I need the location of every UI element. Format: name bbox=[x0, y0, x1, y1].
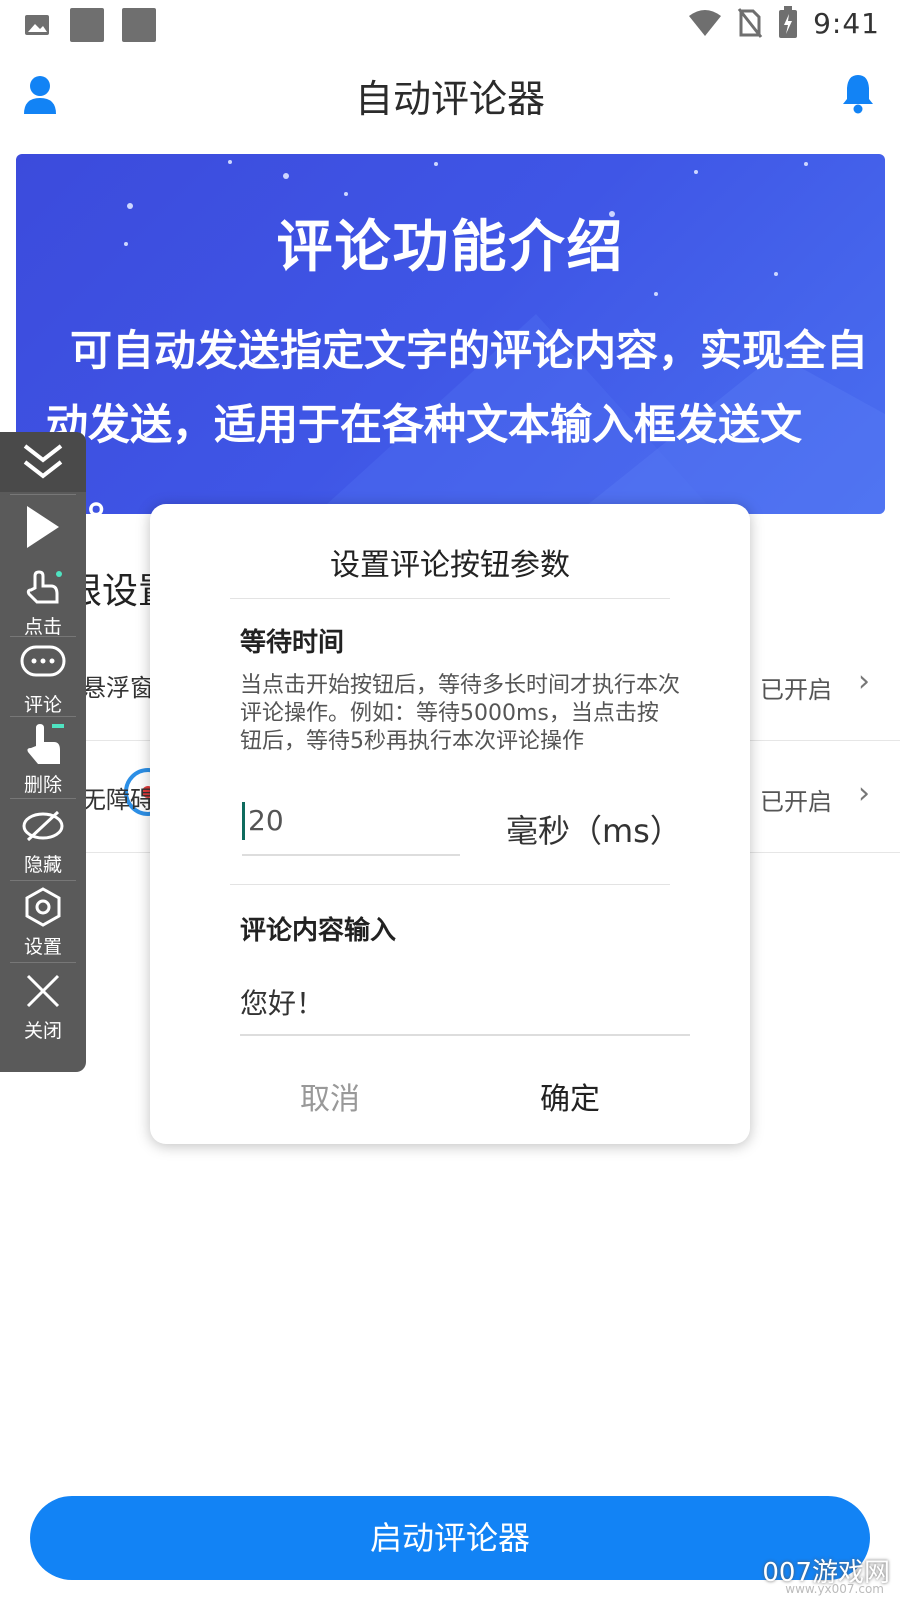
banner-title: 评论功能介绍 bbox=[276, 215, 625, 280]
settings-icon bbox=[25, 887, 61, 927]
comment-bubble-icon bbox=[20, 645, 66, 677]
wait-time-title: 等待时间 bbox=[240, 628, 345, 658]
chevron-right-icon: › bbox=[858, 664, 870, 699]
toolbar-divider bbox=[10, 880, 76, 881]
play-icon bbox=[27, 506, 59, 548]
dialog-title: 设置评论按钮参数 bbox=[330, 548, 570, 583]
banner-description: 可自动发送指定文字的评论内容，实现全自动发送，适用于在各种文本输入框发送文字。 bbox=[46, 326, 869, 514]
toolbar-label: 设置 bbox=[23, 936, 62, 958]
toolbar-divider bbox=[10, 494, 76, 495]
finger-tap-icon bbox=[26, 570, 62, 604]
toolbar-delete-button[interactable]: 删除 bbox=[0, 720, 86, 796]
toolbar-divider bbox=[10, 798, 76, 799]
image-notification-icon bbox=[25, 15, 49, 35]
chevron-right-icon: › bbox=[858, 776, 870, 811]
battery-charging-icon bbox=[779, 6, 798, 38]
comment-content-title: 评论内容输入 bbox=[240, 916, 397, 946]
toolbar-label: 点击 bbox=[23, 616, 62, 638]
dialog-divider bbox=[230, 598, 670, 599]
toolbar-hide-button[interactable]: 隐藏 bbox=[0, 802, 86, 878]
toolbar-comment-button[interactable]: 评论 bbox=[0, 640, 86, 716]
collapse-toolbar-button[interactable] bbox=[0, 432, 86, 492]
comment-content-input[interactable]: 您好！ bbox=[240, 972, 690, 1036]
app-notification-icon bbox=[70, 8, 104, 42]
app-notification-icon bbox=[122, 8, 156, 42]
text-caret bbox=[242, 802, 245, 840]
permission-status: 已开启 bbox=[760, 788, 832, 816]
close-icon bbox=[26, 974, 60, 1008]
toolbar-settings-button[interactable]: 设置 bbox=[0, 884, 86, 960]
start-commenter-button[interactable]: 启动评论器 bbox=[30, 1496, 870, 1580]
status-notifications bbox=[22, 8, 156, 42]
play-button[interactable] bbox=[0, 496, 86, 560]
toolbar-divider bbox=[10, 962, 76, 963]
wait-time-description: 当点击开始按钮后，等待多长时间才执行本次评论操作。例如：等待5000ms，当点击… bbox=[240, 673, 681, 754]
eye-hidden-icon bbox=[22, 810, 64, 842]
toolbar-label: 评论 bbox=[23, 694, 62, 716]
status-bar: 9:41 bbox=[0, 0, 900, 50]
wait-time-unit: 毫秒（ms） bbox=[506, 812, 682, 850]
toolbar-tap-button[interactable]: 点击 bbox=[0, 564, 86, 638]
toolbar-label: 隐藏 bbox=[23, 854, 62, 876]
permission-label: 无障碍 bbox=[82, 786, 154, 814]
status-indicators: 9:41 bbox=[687, 6, 880, 40]
intro-banner[interactable]: 评论功能介绍 可自动发送指定文字的评论内容，实现全自动发送，适用于在各种文本输入… bbox=[16, 154, 885, 514]
no-sim-icon bbox=[737, 8, 763, 38]
confirm-button[interactable]: 确定 bbox=[490, 1074, 650, 1118]
comment-content-value: 您好！ bbox=[240, 987, 325, 1020]
hand-pointer-icon bbox=[27, 724, 64, 764]
cancel-button[interactable]: 取消 bbox=[250, 1074, 410, 1118]
wait-time-input[interactable]: 20 bbox=[242, 794, 460, 856]
toolbar-divider bbox=[10, 716, 76, 717]
toolbar-close-button[interactable]: 关闭 bbox=[0, 966, 86, 1046]
notification-bell-icon[interactable] bbox=[840, 72, 876, 114]
wait-time-value: 20 bbox=[248, 804, 284, 837]
permission-label: 悬浮窗 bbox=[82, 674, 154, 702]
toolbar-label: 删除 bbox=[23, 774, 62, 796]
watermark-url: www.yx007.com bbox=[785, 1582, 884, 1596]
chevrons-down-icon bbox=[23, 444, 63, 479]
toolbar-divider bbox=[10, 636, 76, 637]
toolbar-label: 关闭 bbox=[23, 1020, 62, 1042]
permission-status: 已开启 bbox=[760, 676, 832, 704]
status-time: 9:41 bbox=[813, 6, 880, 40]
comment-settings-dialog: 设置评论按钮参数 等待时间 当点击开始按钮后，等待多长时间才执行本次评论操作。例… bbox=[150, 504, 750, 1144]
page-title: 自动评论器 bbox=[354, 77, 545, 121]
wifi-icon bbox=[689, 10, 722, 36]
dialog-divider bbox=[230, 884, 670, 885]
floating-toolbar[interactable]: 点击 评论 删除 隐藏 设置 关闭 bbox=[0, 432, 86, 1072]
